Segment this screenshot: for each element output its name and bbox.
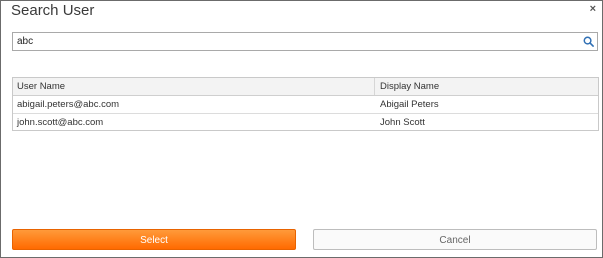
search-box xyxy=(12,32,598,51)
column-header-user-name[interactable]: User Name xyxy=(17,81,65,92)
select-button[interactable]: Select xyxy=(12,229,296,250)
search-input[interactable] xyxy=(17,34,577,48)
user-name-cell: abigail.peters@abc.com xyxy=(17,99,120,110)
dialog-title: Search User xyxy=(11,2,95,19)
column-header-display-name[interactable]: Display Name xyxy=(380,81,439,92)
table-header-row: User Name Display Name xyxy=(13,78,598,96)
user-name-cell: john.scott@abc.com xyxy=(17,117,104,128)
display-name-cell: John Scott xyxy=(380,117,425,128)
column-divider xyxy=(374,78,375,95)
users-table: User Name Display Name abigail.peters@ab… xyxy=(12,77,599,131)
table-row[interactable]: abigail.peters@abc.com Abigail Peters xyxy=(13,96,598,114)
display-name-cell: Abigail Peters xyxy=(380,99,439,110)
table-row[interactable]: john.scott@abc.com John Scott xyxy=(13,114,598,131)
search-user-dialog: Search User × User Name Display Name abi… xyxy=(0,0,603,258)
cancel-button[interactable]: Cancel xyxy=(313,229,597,250)
search-icon[interactable] xyxy=(583,36,594,47)
close-icon[interactable]: × xyxy=(590,3,596,15)
